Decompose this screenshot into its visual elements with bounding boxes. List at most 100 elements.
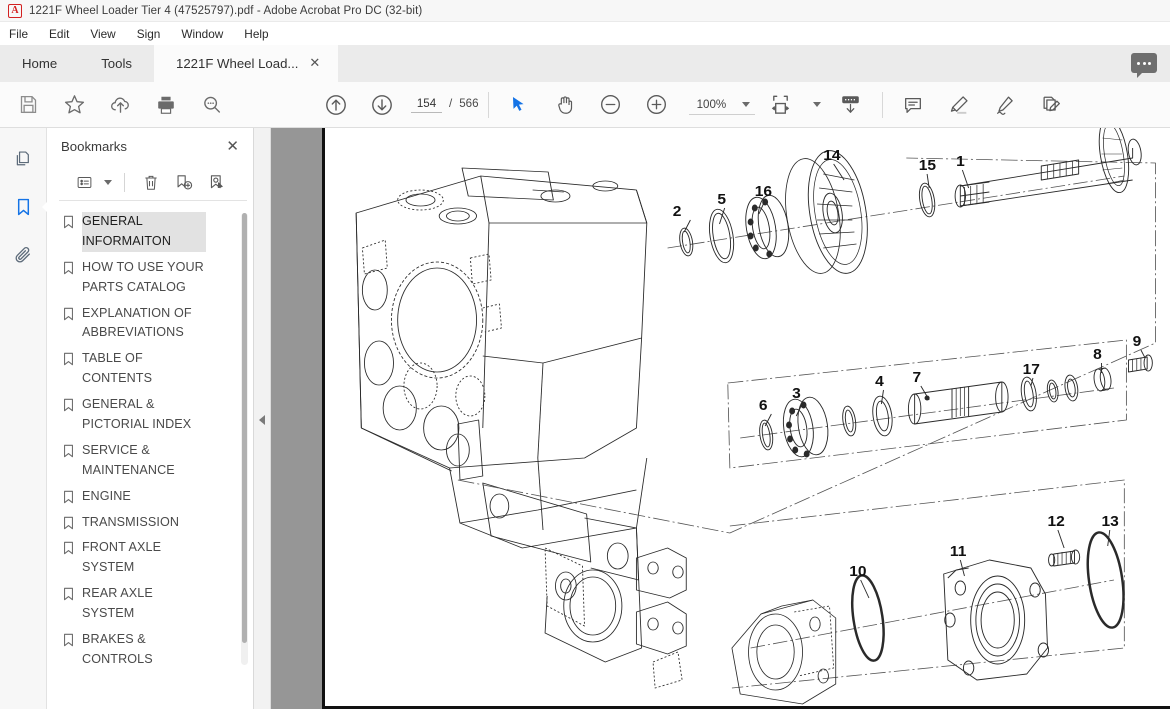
bookmarks-panel: Bookmarks ✕ GENERAL INFORMAITON HOW TO U… — [47, 128, 254, 709]
next-page-icon[interactable] — [365, 88, 399, 122]
title-bar: A 1221F Wheel Loader Tier 4 (47525797).p… — [0, 0, 1170, 22]
bookmark-item[interactable]: TABLE OF CONTENTS — [61, 347, 253, 391]
page-thumbnails-icon[interactable] — [8, 145, 38, 173]
tab-home[interactable]: Home — [0, 45, 80, 82]
bookmark-icon — [63, 352, 74, 366]
bookmark-item[interactable]: GENERAL & PICTORIAL INDEX — [61, 393, 253, 437]
bookmark-item[interactable]: FRONT AXLE SYSTEM — [61, 536, 253, 580]
bookmark-label: ENGINE — [82, 488, 131, 503]
zoom-level-dropdown[interactable]: 100% — [688, 98, 756, 115]
search-icon[interactable] — [195, 88, 229, 122]
bookmark-item[interactable]: SERVICE & MAINTENANCE — [61, 439, 253, 483]
bookmarks-scrollbar[interactable] — [241, 213, 248, 665]
navigation-rail — [0, 128, 51, 709]
workspace: Bookmarks ✕ GENERAL INFORMAITON HOW TO U… — [0, 128, 1170, 709]
menu-help[interactable]: Help — [244, 27, 268, 41]
bookmark-icon — [63, 541, 74, 555]
bookmark-item[interactable]: ENGINE — [61, 485, 253, 509]
page-total: 566 — [459, 96, 479, 110]
tab-strip: Home Tools 1221F Wheel Load... ✕ — [0, 45, 1170, 82]
new-bookmark-icon[interactable] — [170, 170, 197, 195]
tab-tools[interactable]: Tools — [79, 45, 154, 82]
parts-diagram: 2 5 16 14 15 1 6 3 4 7 17 8 9 10 11 12 1… — [325, 128, 1170, 709]
page-navigation: 154 / 566 — [411, 97, 479, 113]
menu-edit[interactable]: Edit — [49, 27, 69, 41]
bookmark-icon — [63, 587, 74, 601]
callout-4: 4 — [875, 373, 884, 390]
highlight-icon[interactable] — [942, 88, 976, 122]
bookmark-label: GENERAL INFORMAITON — [82, 212, 206, 252]
save-icon[interactable] — [11, 88, 45, 122]
fit-page-icon[interactable] — [763, 88, 797, 122]
document-viewer[interactable]: 2 5 16 14 15 1 6 3 4 7 17 8 9 10 11 12 1… — [271, 128, 1170, 709]
chat-dot — [1142, 61, 1146, 65]
attachments-icon[interactable] — [8, 241, 38, 269]
bookmark-icon — [63, 490, 74, 504]
bookmarks-list[interactable]: GENERAL INFORMAITON HOW TO USE YOUR PART… — [47, 201, 253, 709]
bookmarks-panel-header: Bookmarks ✕ — [47, 128, 253, 164]
bookmark-label: TABLE OF CONTENTS — [82, 351, 153, 386]
chat-dot — [1148, 61, 1151, 65]
bookmark-label: SERVICE & MAINTENANCE — [82, 442, 175, 477]
menu-view[interactable]: View — [90, 27, 115, 41]
close-icon[interactable]: ✕ — [307, 57, 322, 70]
page-number-input[interactable]: 154 — [411, 97, 442, 113]
bookmark-label: TRANSMISSION — [82, 514, 180, 529]
close-icon[interactable]: ✕ — [226, 138, 239, 154]
bookmark-item[interactable]: TRANSMISSION — [61, 511, 253, 535]
chat-dot — [1137, 61, 1140, 65]
chevron-down-icon[interactable] — [104, 179, 112, 185]
hand-tool-icon[interactable] — [548, 88, 582, 122]
menu-sign[interactable]: Sign — [137, 27, 161, 41]
exploded-parts-drawing: 2 5 16 14 15 1 6 3 4 7 17 8 9 10 11 12 1… — [355, 128, 1156, 705]
bookmarks-icon[interactable] — [8, 193, 51, 221]
bookmark-item[interactable]: EXPLANATION OF ABBREVIATIONS — [61, 302, 253, 346]
star-icon[interactable] — [57, 88, 91, 122]
bookmark-options-icon[interactable] — [71, 170, 98, 195]
edit-pdf-icon[interactable] — [1034, 88, 1068, 122]
bookmark-icon — [63, 215, 74, 229]
callout-13: 13 — [1101, 513, 1118, 530]
zoom-out-icon[interactable] — [594, 88, 628, 122]
page-scroll-icon[interactable] — [833, 88, 867, 122]
chevron-down-icon[interactable] — [813, 102, 822, 107]
main-toolbar: 154 / 566 100% — [0, 82, 1170, 128]
chat-bubble-icon[interactable] — [1131, 53, 1157, 78]
zoom-in-icon[interactable] — [640, 88, 674, 122]
delete-bookmark-icon[interactable] — [137, 170, 164, 195]
previous-page-icon[interactable] — [319, 88, 353, 122]
toolbar-divider — [487, 91, 489, 118]
menu-bar: File Edit View Sign Window Help — [0, 22, 1170, 45]
bookmark-item[interactable]: GENERAL INFORMAITON — [61, 210, 253, 254]
callout-10: 10 — [849, 563, 866, 580]
bookmark-icon — [63, 398, 74, 412]
bookmark-icon — [63, 633, 74, 647]
bookmark-icon — [63, 307, 74, 321]
window-title: 1221F Wheel Loader Tier 4 (47525797).pdf… — [29, 4, 423, 17]
chevron-down-icon[interactable] — [742, 101, 751, 107]
tab-document[interactable]: 1221F Wheel Load... ✕ — [153, 45, 339, 82]
bookmark-icon — [63, 444, 74, 458]
callout-8: 8 — [1093, 346, 1102, 363]
scrollbar-thumb[interactable] — [242, 213, 247, 643]
bookmark-item[interactable]: BRAKES & CONTROLS — [61, 628, 253, 672]
callout-5: 5 — [717, 191, 726, 208]
bookmark-label: HOW TO USE YOUR PARTS CATALOG — [82, 259, 204, 294]
pdf-page: 2 5 16 14 15 1 6 3 4 7 17 8 9 10 11 12 1… — [322, 128, 1170, 709]
callout-17: 17 — [1023, 361, 1040, 378]
menu-window[interactable]: Window — [181, 27, 223, 41]
edit-bookmark-icon[interactable] — [203, 170, 230, 195]
bookmark-item[interactable]: REAR AXLE SYSTEM — [61, 582, 253, 626]
bookmark-label: REAR AXLE SYSTEM — [82, 586, 153, 621]
sign-pen-icon[interactable] — [988, 88, 1022, 122]
bookmark-label: BRAKES & CONTROLS — [82, 632, 153, 666]
menu-file[interactable]: File — [9, 27, 28, 41]
panel-collapse-handle[interactable] — [254, 128, 271, 709]
fit-page-dropdown[interactable] — [809, 88, 825, 122]
upload-cloud-icon[interactable] — [103, 88, 137, 122]
cursor-select-icon[interactable] — [502, 88, 536, 122]
bookmark-item[interactable]: HOW TO USE YOUR PARTS CATALOG — [61, 256, 253, 300]
print-icon[interactable] — [149, 88, 183, 122]
comment-icon[interactable] — [896, 88, 930, 122]
chevron-left-icon[interactable] — [259, 414, 265, 425]
